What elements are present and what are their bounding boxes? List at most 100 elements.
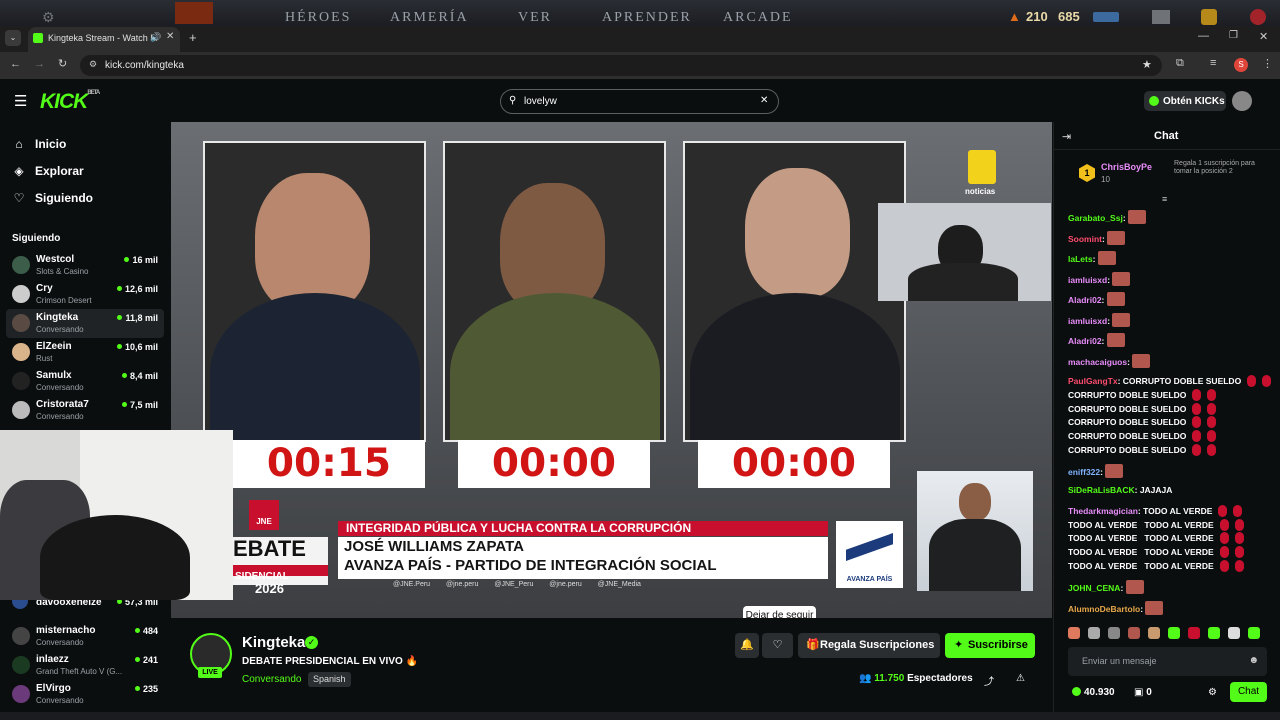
unfollow-button[interactable]: ♡ [762,633,793,658]
collapse-chat-icon[interactable]: ⇥ [1062,130,1071,143]
channel-name[interactable]: Kingteka [242,634,305,651]
browser-menu-icon[interactable]: ⋮ [1262,57,1273,70]
shop-icon[interactable] [1152,10,1170,24]
candidate-panel-1 [203,141,426,442]
plus-icon[interactable] [1201,9,1217,25]
search-input[interactable]: ⚲ lovelyw ✕ [500,89,779,114]
emote-icon[interactable] [1108,627,1120,639]
leader-name[interactable]: ChrisBoyPe [1101,162,1152,172]
nav-following[interactable]: ♡ Siguiendo [12,189,162,209]
chat-username[interactable]: eniff322 [1068,467,1100,477]
channel-item-cry[interactable]: Cry Crimson Desert 12,6 mil [6,280,164,309]
chat-input[interactable]: Enviar un mensaje ☻ [1068,647,1267,676]
close-window-icon[interactable]: ✕ [1259,30,1268,43]
report-icon[interactable]: ⚠ [1016,673,1025,684]
site-info-icon[interactable]: ⚙ [89,59,97,70]
chat-username[interactable]: Thedarkmagician [1068,506,1138,516]
chat-username[interactable]: machacaiguos [1068,357,1127,367]
chat-username[interactable]: PaulGangTx [1068,376,1118,386]
chat-username[interactable]: Aladri02 [1068,295,1102,305]
emote-icon[interactable] [1208,627,1220,639]
game-nav-arcade[interactable]: ARCADE [723,10,793,26]
stream-category[interactable]: Conversando [242,674,301,685]
nav-home[interactable]: ⌂ Inicio [12,135,162,155]
chat-username[interactable]: Aladri02 [1068,336,1102,346]
share-icon[interactable]: ⤴ [984,673,994,688]
profile-avatar[interactable]: S [1234,58,1248,72]
emote-icon [1247,375,1257,387]
channel-item-misternacho[interactable]: misternacho Conversando 484 [6,622,164,651]
channel-item-samulx[interactable]: Samulx Conversando 8,4 mil [6,367,164,396]
chat-username[interactable]: SiDeRaLisBACK [1068,485,1135,495]
back-icon[interactable]: ← [10,58,21,70]
emoji-icon[interactable]: ☻ [1248,655,1259,666]
party-logo-mark [846,533,893,561]
channel-item-westcol[interactable]: Westcol Slots & Casino 16 mil [6,251,164,280]
mail-icon[interactable] [1093,12,1119,22]
emote-icon[interactable] [1228,627,1240,639]
chat-username[interactable]: AlumnoDeBartolo [1068,604,1140,614]
chat-username[interactable]: iamluisxd [1068,275,1107,285]
browser-tab-active[interactable]: Kingteka Stream - Watch Li 🔊 ✕ [28,27,180,52]
game-nav-heroes[interactable]: HÉROES [285,10,351,26]
emote-icon[interactable] [1128,627,1140,639]
emote-icon [1192,403,1202,415]
bookmark-star-icon[interactable]: ★ [1142,58,1152,71]
chat-username[interactable]: laLets [1068,254,1093,264]
game-nav-learn[interactable]: APRENDER [602,10,692,26]
language-tag[interactable]: Spanish [308,672,351,687]
get-kicks-button[interactable]: Obtén KICKs [1144,91,1226,111]
video-player[interactable]: 00:15 00:00 00:00 JNE EBATE SIDENCIAL 20… [171,122,1052,618]
chevron-down-icon[interactable]: ≡ [1162,194,1167,204]
kick-logo[interactable]: KICKBETA [40,90,100,114]
media-icon[interactable]: ≡ [1210,57,1216,69]
notification-bell-button[interactable]: 🔔 [735,633,759,658]
subscribe-button[interactable]: ✦ Suscribirse [945,633,1035,658]
speaker-icon[interactable]: 🔊 [150,32,161,43]
emote-icon[interactable] [1148,627,1160,639]
user-avatar[interactable] [1232,91,1252,111]
network-logo-text: noticias [965,187,996,196]
chat-send-button[interactable]: Chat [1230,682,1267,702]
channel-item-inlaezz[interactable]: inlaezz Grand Theft Auto V (G... 241 [6,651,164,680]
emote-icon[interactable] [1068,627,1080,639]
forward-icon[interactable]: → [34,58,45,70]
emote-icon[interactable] [1188,627,1200,639]
url-bar[interactable]: ⚙ kick.com/kingteka ★ [80,55,1162,76]
chat-username[interactable]: Soomint [1068,234,1102,244]
reload-icon[interactable]: ↻ [58,57,67,70]
new-tab-icon[interactable]: + [189,30,197,45]
channel-category: Grand Theft Auto V (G... [36,667,123,676]
close-tab-icon[interactable]: ✕ [166,31,174,42]
kicks-balance[interactable]: 40.930 [1072,687,1115,698]
clear-search-icon[interactable]: ✕ [760,95,768,106]
gear-icon[interactable]: ⚙ [42,10,57,27]
emote-icon[interactable] [1248,627,1260,639]
restore-icon[interactable]: ❐ [1229,30,1238,41]
chat-settings-icon[interactable]: ⚙ [1208,687,1217,698]
viewer-count: 16 mil [124,255,158,265]
channel-item-elvirgo[interactable]: ElVirgo Conversando 235 [6,680,164,709]
power-icon[interactable] [1250,9,1266,25]
tab-list-icon[interactable]: ⌄ [5,30,21,46]
game-nav-armory[interactable]: ARMERÍA [390,10,469,26]
nav-explore[interactable]: ◈ Explorar [12,162,162,182]
channel-item-cristorata7[interactable]: Cristorata7 Conversando 7,5 mil [6,396,164,425]
emote-icon [1234,546,1244,558]
channel-item-elzeein[interactable]: ElZeein Rust 10,6 mil [6,338,164,367]
emote-icon[interactable] [1168,627,1180,639]
chat-username[interactable]: Garabato_Ssj [1068,213,1123,223]
chest-count[interactable]: ▣ 0 [1134,687,1152,698]
channel-item-kingteka[interactable]: Kingteka Conversando 11,8 mil [6,309,164,338]
gift-subs-button[interactable]: 🎁 Regala Suscripciones [798,633,940,658]
chat-username[interactable]: iamluisxd [1068,316,1107,326]
chat-username[interactable]: JOHN_CENA [1068,583,1120,593]
minimize-icon[interactable]: — [1198,30,1209,42]
chat-panel: ⇥ Chat 1 ChrisBoyPe 10 Regala 1 suscripc… [1053,122,1280,720]
channel-category: Rust [36,354,53,363]
channel-category: Conversando [36,325,84,334]
hamburger-menu-icon[interactable]: ☰ [14,92,27,110]
game-nav-watch[interactable]: VER [518,10,552,26]
emote-icon[interactable] [1088,627,1100,639]
extensions-icon[interactable]: ⧉ [1176,57,1184,70]
